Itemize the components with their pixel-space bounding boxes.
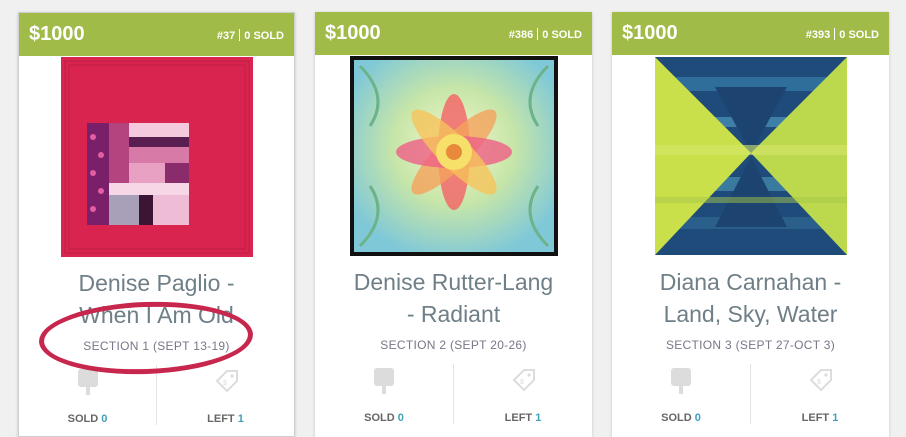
item-number: #37 [216, 30, 236, 42]
meta-divider [537, 28, 539, 40]
quilt-title[interactable]: Denise Rutter-Lang - Radiant [325, 266, 582, 330]
left-stat-label: LEFT 1 [751, 412, 889, 424]
sold-stat: SOLD 0 [19, 365, 156, 425]
price-tag-icon: $ [809, 369, 832, 392]
quilt-image-art [60, 57, 253, 257]
product-card[interactable]: $1000 #37 0 SOLD Denise Paglio - When I … [18, 12, 295, 437]
sold-value: 0 [101, 413, 108, 425]
left-label-text: LEFT [801, 412, 830, 424]
sold-value: 0 [694, 412, 701, 424]
quilt-title-line2: Land, Sky, Water [663, 301, 838, 327]
price: $1000 [325, 22, 381, 44]
svg-text:$: $ [520, 379, 524, 386]
section-label: SECTION 1 (SEPT 13-19) [83, 339, 230, 353]
card-header: $1000 #386 0 SOLD [315, 12, 592, 55]
left-stat: $ LEFT 1 [156, 365, 294, 425]
svg-text:$: $ [223, 380, 227, 387]
quilt-image[interactable] [612, 56, 889, 256]
sold-count: 0 SOLD [542, 29, 582, 41]
quilt-title-line1: Diana Carnahan - [659, 269, 842, 295]
product-grid: $1000 #37 0 SOLD Denise Paglio - When I … [0, 0, 906, 437]
sold-stat-label: SOLD 0 [19, 413, 156, 425]
section-label: SECTION 3 (SEPT 27-OCT 3) [665, 338, 836, 352]
left-value: 1 [237, 413, 244, 425]
sold-count: 0 SOLD [839, 29, 879, 41]
item-number: #386 [508, 29, 534, 41]
quilt-title[interactable]: Denise Paglio - When I Am Old [29, 267, 284, 331]
svg-text:$: $ [817, 379, 821, 386]
price: $1000 [622, 22, 678, 44]
left-stat: $ LEFT 1 [453, 364, 592, 424]
sold-stat-label: SOLD 0 [612, 412, 750, 424]
item-meta: #37 0 SOLD [217, 29, 284, 42]
meta-divider [834, 28, 836, 40]
sold-label-text: SOLD [661, 412, 692, 424]
card-stats: SOLD 0 $ LEFT 1 [612, 364, 889, 424]
sold-count: 0 SOLD [244, 30, 284, 42]
card-stats: SOLD 0 $ LEFT 1 [315, 364, 592, 424]
card-stats: SOLD 0 $ LEFT 1 [19, 365, 294, 425]
quilt-image-art [349, 56, 558, 256]
quilt-title-line2: When I Am Old [79, 302, 234, 328]
card-header: $1000 #37 0 SOLD [19, 13, 294, 56]
meta-divider [239, 29, 241, 41]
sold-stat: SOLD 0 [315, 364, 453, 424]
quilt-stand-icon [374, 368, 394, 394]
sold-value: 0 [397, 412, 404, 424]
item-meta: #393 0 SOLD [806, 28, 879, 41]
item-meta: #386 0 SOLD [509, 28, 582, 41]
sold-label-text: SOLD [364, 412, 395, 424]
section-label: SECTION 2 (SEPT 20-26) [380, 338, 527, 352]
left-stat-label: LEFT 1 [157, 413, 294, 425]
left-value: 1 [832, 412, 839, 424]
left-label-text: LEFT [504, 412, 533, 424]
sold-stat: SOLD 0 [612, 364, 750, 424]
quilt-title[interactable]: Diana Carnahan - Land, Sky, Water [622, 266, 879, 330]
product-card[interactable]: $1000 #393 0 SOLD Diana Carnahan - Land,… [612, 12, 889, 437]
card-header: $1000 #393 0 SOLD [612, 12, 889, 55]
quilt-image[interactable] [19, 57, 294, 257]
sold-stat-label: SOLD 0 [315, 412, 453, 424]
price-tag-icon: $ [512, 369, 535, 392]
left-stat: $ LEFT 1 [750, 364, 889, 424]
product-card[interactable]: $1000 #386 0 SOLD Denise Rutter-Lang - R… [315, 12, 592, 437]
left-label-text: LEFT [207, 413, 235, 425]
quilt-stand-icon [671, 368, 691, 394]
sold-label-text: SOLD [67, 413, 99, 425]
left-stat-label: LEFT 1 [454, 412, 592, 424]
quilt-image-art [654, 57, 847, 255]
quilt-title-line2: - Radiant [406, 301, 501, 327]
quilt-image[interactable] [315, 56, 592, 256]
quilt-stand-icon [77, 369, 98, 395]
quilt-title-line1: Denise Paglio - [78, 270, 235, 296]
price-tag-icon: $ [215, 370, 238, 393]
item-number: #393 [805, 29, 831, 41]
price: $1000 [29, 23, 85, 45]
left-value: 1 [535, 412, 542, 424]
quilt-title-line1: Denise Rutter-Lang [353, 269, 554, 295]
